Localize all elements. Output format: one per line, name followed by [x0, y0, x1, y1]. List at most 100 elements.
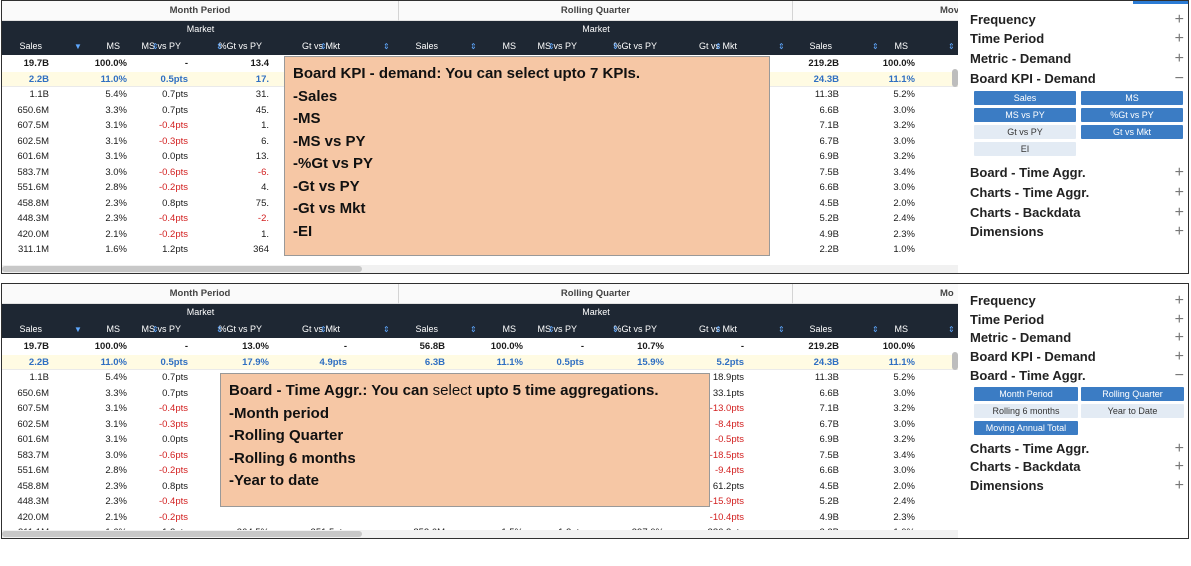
menu-frequency[interactable]: Frequency + [970, 10, 1184, 29]
chip-option[interactable]: Rolling 6 months [974, 404, 1078, 418]
plus-icon[interactable]: + [1175, 29, 1184, 48]
menu-dimensions[interactable]: Dimensions + [970, 222, 1184, 241]
sort-updown-icon[interactable]: ⇕ [548, 321, 555, 338]
plus-icon[interactable]: + [1175, 222, 1184, 241]
column-header[interactable]: MS [452, 321, 522, 338]
table-cell: 0.8pts [162, 197, 188, 209]
chip-option[interactable]: MS vs PY [974, 108, 1076, 122]
menu-board-kpi-demand[interactable]: Board KPI - Demand + [970, 347, 1184, 366]
scrollbar-thumb[interactable] [2, 531, 362, 537]
sort-updown-icon[interactable]: ⇕ [216, 321, 223, 338]
sort-updown-icon[interactable]: ⇕ [778, 38, 785, 55]
sort-updown-icon[interactable]: ⇕ [383, 321, 390, 338]
plus-icon[interactable]: + [1175, 49, 1184, 68]
sort-updown-icon[interactable]: ⇕ [383, 38, 390, 55]
table-cell: 56.8B [419, 341, 445, 352]
sort-updown-icon[interactable]: ⇕ [715, 38, 722, 55]
sort-updown-icon[interactable]: ⇕ [948, 321, 955, 338]
column-header[interactable]: MS [56, 321, 126, 338]
column-header[interactable]: MS [844, 38, 914, 55]
sort-updown-icon[interactable]: ⇕ [152, 321, 159, 338]
plus-icon[interactable]: + [1175, 310, 1184, 329]
table-cell: 3.0% [893, 182, 915, 193]
column-header[interactable]: Sales [2, 321, 48, 338]
sort-updown-icon[interactable]: ⇕ [152, 38, 159, 55]
menu-metric-demand[interactable]: Metric - Demand + [970, 49, 1184, 68]
vertical-scrollbar[interactable] [952, 69, 958, 87]
plus-icon[interactable]: + [1175, 457, 1184, 476]
horizontal-scrollbar[interactable] [2, 265, 958, 273]
menu-board-time-aggr[interactable]: Board - Time Aggr. + [970, 163, 1184, 182]
chip-option[interactable]: Sales [974, 91, 1076, 105]
menu-board-kpi-demand[interactable]: Board KPI - Demand − [970, 69, 1184, 88]
menu-dimensions[interactable]: Dimensions + [970, 476, 1184, 495]
sort-down-icon[interactable]: ▼ [74, 321, 82, 338]
sort-updown-icon[interactable]: ⇕ [216, 38, 223, 55]
plus-icon[interactable]: + [1175, 476, 1184, 495]
column-header[interactable]: %Gt vs PY [198, 321, 268, 338]
column-header[interactable]: MS [844, 321, 914, 338]
table-row[interactable]: 19.7B 100.0% - 13.0% - 56.8B 100.0% - 10.7% - 219.… [2, 339, 958, 355]
table-row[interactable]: 2.2B 11.0% 0.5pts 17.9% 4.9pts 6.3B 11.1% 0.5pt… [2, 354, 958, 370]
column-header[interactable]: Gt vs Mkt [276, 38, 346, 55]
chip-option[interactable]: Rolling Quarter [1081, 387, 1184, 401]
sort-updown-icon[interactable]: ⇕ [320, 321, 327, 338]
plus-icon[interactable]: + [1175, 183, 1184, 202]
minus-icon[interactable]: − [1175, 366, 1184, 385]
chip-option[interactable]: Gt vs Mkt [1081, 125, 1183, 139]
plus-icon[interactable]: + [1175, 163, 1184, 182]
plus-icon[interactable]: + [1175, 328, 1184, 347]
menu-board-time-aggr[interactable]: Board - Time Aggr. − [970, 366, 1184, 385]
sort-updown-icon[interactable]: ⇕ [948, 38, 955, 55]
minus-icon[interactable]: − [1175, 69, 1184, 88]
sort-updown-icon[interactable]: ⇕ [612, 321, 619, 338]
column-header[interactable]: MS [56, 38, 126, 55]
menu-charts-backdata[interactable]: Charts - Backdata + [970, 203, 1184, 222]
plus-icon[interactable]: + [1175, 291, 1184, 310]
chip-option[interactable]: Year to Date [1081, 404, 1184, 418]
table-cell: -0.2pts [158, 465, 188, 476]
chip-option[interactable]: EI [974, 142, 1076, 156]
column-header[interactable]: Gt vs Mkt [276, 321, 346, 338]
vertical-scrollbar[interactable] [952, 352, 958, 370]
chip-option[interactable]: Moving Annual Total [974, 421, 1078, 435]
sort-updown-icon[interactable]: ⇕ [872, 38, 879, 55]
sort-updown-icon[interactable]: ⇕ [778, 321, 785, 338]
chip-option[interactable]: Month Period [974, 387, 1078, 401]
menu-charts-time-aggr[interactable]: Charts - Time Aggr. + [970, 439, 1184, 458]
column-header[interactable]: Gt vs Mkt [673, 321, 743, 338]
menu-time-period[interactable]: Time Period + [970, 310, 1184, 329]
column-header[interactable]: %Gt vs PY [593, 38, 663, 55]
horizontal-scrollbar[interactable] [2, 530, 958, 538]
sort-updown-icon[interactable]: ⇕ [470, 38, 477, 55]
column-header[interactable]: MS [452, 38, 522, 55]
column-header[interactable]: Gt vs Mkt [673, 38, 743, 55]
column-header[interactable]: %Gt vs PY [198, 38, 268, 55]
sort-updown-icon[interactable]: ⇕ [470, 321, 477, 338]
chip-option[interactable]: %Gt vs PY [1081, 108, 1183, 122]
plus-icon[interactable]: + [1175, 347, 1184, 366]
chip-option[interactable]: MS [1081, 91, 1183, 105]
table-cell: 2.2B [28, 73, 49, 85]
menu-time-period[interactable]: Time Period + [970, 29, 1184, 48]
group-moving: Mo [793, 284, 958, 304]
menu-charts-time-aggr[interactable]: Charts - Time Aggr. + [970, 183, 1184, 202]
sort-updown-icon[interactable]: ⇕ [872, 321, 879, 338]
menu-frequency[interactable]: Frequency + [970, 291, 1184, 310]
table-row[interactable]: 420.0M 2.1% -0.2pts -10.4pts 4.9B 2.3% [2, 510, 958, 526]
sort-updown-icon[interactable]: ⇕ [320, 38, 327, 55]
menu-metric-demand[interactable]: Metric - Demand + [970, 328, 1184, 347]
plus-icon[interactable]: + [1175, 439, 1184, 458]
group-month-period: Month Period [2, 284, 399, 304]
column-header[interactable]: Sales [2, 38, 48, 55]
chip-option[interactable]: Gt vs PY [974, 125, 1076, 139]
sort-updown-icon[interactable]: ⇕ [612, 38, 619, 55]
sort-updown-icon[interactable]: ⇕ [715, 321, 722, 338]
sort-down-icon[interactable]: ▼ [74, 38, 82, 55]
plus-icon[interactable]: + [1175, 10, 1184, 29]
column-header[interactable]: %Gt vs PY [593, 321, 663, 338]
sort-updown-icon[interactable]: ⇕ [548, 38, 555, 55]
scrollbar-thumb[interactable] [2, 266, 362, 272]
plus-icon[interactable]: + [1175, 203, 1184, 222]
menu-charts-backdata[interactable]: Charts - Backdata + [970, 457, 1184, 476]
